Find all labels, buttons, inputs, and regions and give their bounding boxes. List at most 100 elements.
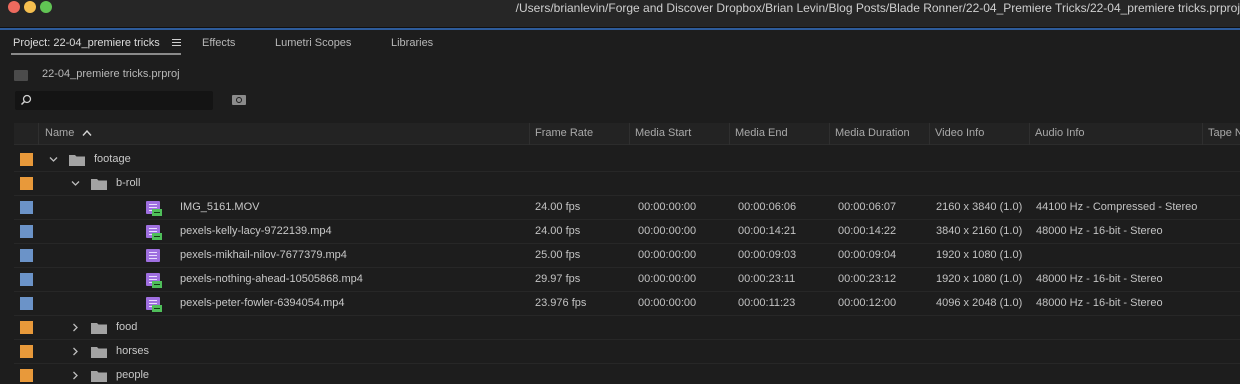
panel-tab-bar: Project: 22-04_premiere tricks Effects L… (0, 30, 1240, 58)
column-header-audio-info[interactable]: Audio Info (1035, 127, 1085, 139)
label-color-swatch[interactable] (20, 177, 33, 190)
tab-libraries[interactable]: Libraries (391, 37, 433, 49)
project-panel: Project: 22-04_premiere tricks Effects L… (0, 28, 1240, 384)
clip-row[interactable]: IMG_5161.MOV 24.00 fps 00:00:00:00 00:00:06… (14, 196, 1240, 220)
item-name: IMG_5161.MOV (180, 201, 260, 213)
label-color-swatch[interactable] (20, 249, 33, 262)
label-color-swatch[interactable] (20, 369, 33, 382)
video-audio-clip-icon (146, 201, 162, 216)
window-title: /Users/brianlevin/Forge and Discover Dro… (515, 1, 1240, 15)
video-audio-clip-icon (146, 297, 162, 312)
search-field[interactable] (15, 91, 213, 110)
media-start-cell: 00:00:00:00 (638, 297, 697, 309)
minimize-window-button[interactable] (24, 1, 36, 13)
video-info-cell: 1920 x 1080 (1.0) (936, 249, 1023, 261)
item-name: horses (116, 345, 150, 357)
item-name: pexels-mikhail-nilov-7677379.mp4 (180, 249, 347, 261)
chevron-down-icon[interactable] (71, 179, 80, 188)
media-start-cell: 00:00:00:00 (638, 201, 697, 213)
clip-row[interactable]: pexels-kelly-lacy-9722139.mp4 24.00 fps 00… (14, 220, 1240, 244)
media-duration-cell: 00:00:23:12 (838, 273, 897, 285)
media-start-cell: 00:00:00:00 (638, 273, 697, 285)
audio-info-cell: 48000 Hz - 16-bit - Stereo (1036, 297, 1163, 309)
item-name: pexels-peter-fowler-6394054.mp4 (180, 297, 345, 309)
find-in-bin-icon[interactable] (232, 95, 246, 105)
label-color-swatch[interactable] (20, 201, 33, 214)
project-items-table: Name Frame Rate Media Start Media End Me… (14, 123, 1240, 384)
video-info-cell: 3840 x 2160 (1.0) (936, 225, 1023, 237)
active-tab-indicator (11, 53, 181, 55)
media-end-cell: 00:00:23:11 (738, 273, 796, 285)
panel-menu-icon[interactable] (172, 39, 181, 48)
media-duration-cell: 00:00:14:22 (838, 225, 897, 237)
item-name: pexels-nothing-ahead-10505868.mp4 (180, 273, 363, 285)
label-color-swatch[interactable] (20, 153, 33, 166)
column-header-media-duration[interactable]: Media Duration (835, 127, 910, 139)
chevron-right-icon[interactable] (71, 347, 80, 356)
column-header-name[interactable]: Name (45, 127, 74, 139)
video-info-cell: 4096 x 2048 (1.0) (936, 297, 1023, 309)
frame-rate-cell: 29.97 fps (535, 273, 581, 285)
folder-icon (91, 179, 107, 190)
item-name: pexels-kelly-lacy-9722139.mp4 (180, 225, 332, 237)
video-audio-clip-icon (146, 225, 162, 240)
video-clip-icon (146, 249, 160, 262)
search-icon (20, 94, 32, 106)
clip-row[interactable]: pexels-nothing-ahead-10505868.mp4 29.97 f… (14, 268, 1240, 292)
column-header-video-info[interactable]: Video Info (935, 127, 984, 139)
folder-icon (91, 347, 107, 358)
chevron-down-icon[interactable] (49, 155, 58, 164)
clip-row[interactable]: pexels-peter-fowler-6394054.mp4 23.976 fp… (14, 292, 1240, 316)
folder-row[interactable]: horses (14, 340, 1240, 364)
media-end-cell: 00:00:06:06 (738, 201, 797, 213)
frame-rate-cell: 24.00 fps (535, 225, 581, 237)
maximize-window-button[interactable] (40, 1, 52, 13)
media-end-cell: 00:00:14:21 (738, 225, 797, 237)
media-duration-cell: 00:00:06:07 (838, 201, 897, 213)
label-color-swatch[interactable] (20, 297, 33, 310)
audio-info-cell: 48000 Hz - 16-bit - Stereo (1036, 273, 1163, 285)
media-end-cell: 00:00:09:03 (738, 249, 797, 261)
item-name: food (116, 321, 138, 333)
tab-lumetri-scopes[interactable]: Lumetri Scopes (275, 37, 351, 49)
chevron-right-icon[interactable] (71, 371, 80, 380)
project-bin-icon (14, 70, 28, 81)
video-info-cell: 1920 x 1080 (1.0) (936, 273, 1023, 285)
column-header-media-end[interactable]: Media End (735, 127, 788, 139)
video-audio-clip-icon (146, 273, 162, 288)
column-header-tape-name[interactable]: Tape Name (1208, 127, 1240, 139)
sort-ascending-icon[interactable] (82, 130, 92, 136)
folder-icon (91, 371, 107, 382)
table-header: Name Frame Rate Media Start Media End Me… (14, 123, 1240, 145)
media-duration-cell: 00:00:09:04 (838, 249, 897, 261)
column-header-frame-rate[interactable]: Frame Rate (535, 127, 593, 139)
close-window-button[interactable] (8, 1, 20, 13)
label-color-swatch[interactable] (20, 273, 33, 286)
tab-effects[interactable]: Effects (202, 37, 235, 49)
label-color-swatch[interactable] (20, 225, 33, 238)
folder-row[interactable]: food (14, 316, 1240, 340)
label-color-swatch[interactable] (20, 321, 33, 334)
project-filename: 22-04_premiere tricks.prproj (42, 68, 180, 80)
frame-rate-cell: 24.00 fps (535, 201, 581, 213)
media-start-cell: 00:00:00:00 (638, 225, 697, 237)
window-titlebar: /Users/brianlevin/Forge and Discover Dro… (0, 0, 1240, 28)
chevron-right-icon[interactable] (71, 323, 80, 332)
frame-rate-cell: 23.976 fps (535, 297, 587, 309)
folder-row[interactable]: b-roll (14, 172, 1240, 196)
item-name: b-roll (116, 177, 141, 189)
media-start-cell: 00:00:00:00 (638, 249, 697, 261)
media-end-cell: 00:00:11:23 (738, 297, 796, 309)
video-info-cell: 2160 x 3840 (1.0) (936, 201, 1023, 213)
label-color-swatch[interactable] (20, 345, 33, 358)
folder-row[interactable]: people (14, 364, 1240, 384)
frame-rate-cell: 25.00 fps (535, 249, 581, 261)
folder-icon (91, 323, 107, 334)
folder-icon (69, 155, 85, 166)
item-name: footage (94, 153, 131, 165)
clip-row[interactable]: pexels-mikhail-nilov-7677379.mp4 25.00 fp… (14, 244, 1240, 268)
tab-project[interactable]: Project: 22-04_premiere tricks (13, 37, 160, 49)
column-header-media-start[interactable]: Media Start (635, 127, 691, 139)
folder-row[interactable]: footage (14, 148, 1240, 172)
item-name: people (116, 369, 150, 381)
